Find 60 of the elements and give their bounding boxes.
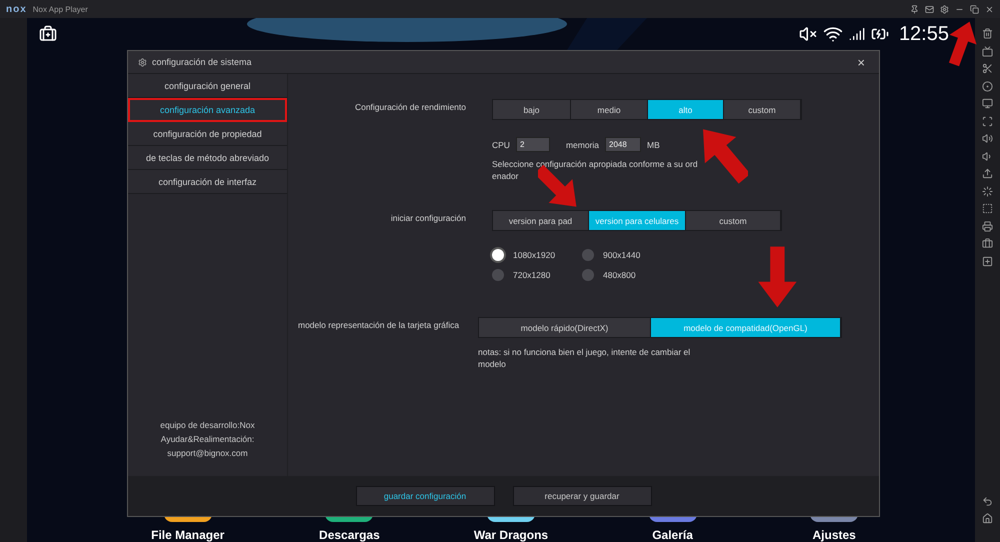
volume-down-icon[interactable] — [982, 150, 993, 162]
note-text: notas: si no funciona bien el juego, intente de cambiar el modelo — [478, 346, 692, 370]
back-icon[interactable] — [982, 496, 993, 506]
credit-text: support@bignox.com — [167, 448, 248, 458]
option-button[interactable]: version para pad — [493, 211, 589, 230]
footer-button[interactable]: guardar configuración — [356, 486, 494, 506]
loader-icon[interactable] — [982, 186, 993, 196]
trash-icon[interactable] — [982, 28, 993, 39]
scissors-icon[interactable] — [982, 63, 993, 74]
close-button[interactable]: × — [853, 54, 869, 70]
option-button[interactable]: modelo rápido(DirectX) — [479, 318, 651, 337]
clock: 12:55 — [898, 22, 949, 46]
mute-icon — [798, 25, 817, 43]
fullscreen-icon[interactable] — [982, 116, 993, 126]
restore-icon[interactable] — [970, 4, 979, 14]
app-title: Nox App Player — [32, 4, 89, 14]
app-label[interactable]: File Manager — [151, 528, 224, 542]
option-button[interactable]: custom — [724, 100, 801, 119]
gear-icon — [138, 58, 147, 66]
app-label[interactable]: Ajustes — [812, 528, 856, 542]
plus-square-icon[interactable] — [982, 256, 993, 266]
upload-icon[interactable] — [982, 168, 993, 179]
dashed-square-icon[interactable] — [982, 203, 993, 214]
footer-button[interactable]: recuperar y guardar — [512, 486, 652, 506]
app-label[interactable]: Galería — [652, 528, 693, 542]
credit-text: equipo de desarrollo:Nox — [160, 420, 255, 430]
mail-icon[interactable] — [925, 4, 934, 14]
signal-icon — [848, 26, 865, 42]
tv-icon[interactable] — [982, 46, 993, 56]
app-logo: nox — [6, 4, 27, 14]
option-button[interactable]: custom — [686, 211, 781, 230]
radio-option[interactable]: 1080x1920 — [492, 249, 582, 261]
home-icon[interactable] — [982, 513, 993, 524]
close-icon[interactable] — [985, 4, 994, 14]
hint-text: Seleccione configuración apropiada conforme a su ord enador — [492, 158, 699, 182]
app-label[interactable]: Descargas — [319, 528, 380, 542]
radio-option[interactable]: 720x1280 — [492, 269, 582, 281]
nav-item[interactable]: configuración avanzada — [128, 98, 287, 122]
settings-icon[interactable] — [940, 4, 949, 14]
dialog-title: configuración de sistema — [152, 57, 253, 67]
app-label[interactable]: War Dragons — [474, 528, 548, 542]
credit-text: Ayudar&Realimentación: — [160, 434, 254, 444]
radio-option[interactable]: 900x1440 — [582, 249, 672, 261]
radio-option[interactable]: 480x800 — [582, 269, 672, 281]
briefcase-icon[interactable] — [982, 238, 993, 249]
printer-icon[interactable] — [982, 220, 993, 232]
setting-label: Configuración de rendimiento — [354, 101, 467, 114]
target-icon[interactable] — [982, 80, 993, 92]
volume-up-icon[interactable] — [982, 133, 993, 144]
monitor-icon[interactable] — [982, 98, 993, 109]
option-button[interactable]: medio — [571, 100, 648, 119]
unit-label: MB — [647, 140, 660, 150]
pin-icon[interactable] — [910, 4, 919, 14]
cpu-field[interactable]: 2 — [516, 137, 550, 152]
field-label: CPU — [492, 140, 510, 150]
setting-label: modelo representación de la tarjeta gráfica — [297, 319, 460, 332]
field-label: memoria — [566, 140, 600, 150]
memory-field[interactable]: 2048 — [605, 137, 642, 152]
setting-label: iniciar configuración — [390, 212, 467, 225]
option-button[interactable]: bajo — [493, 100, 571, 119]
